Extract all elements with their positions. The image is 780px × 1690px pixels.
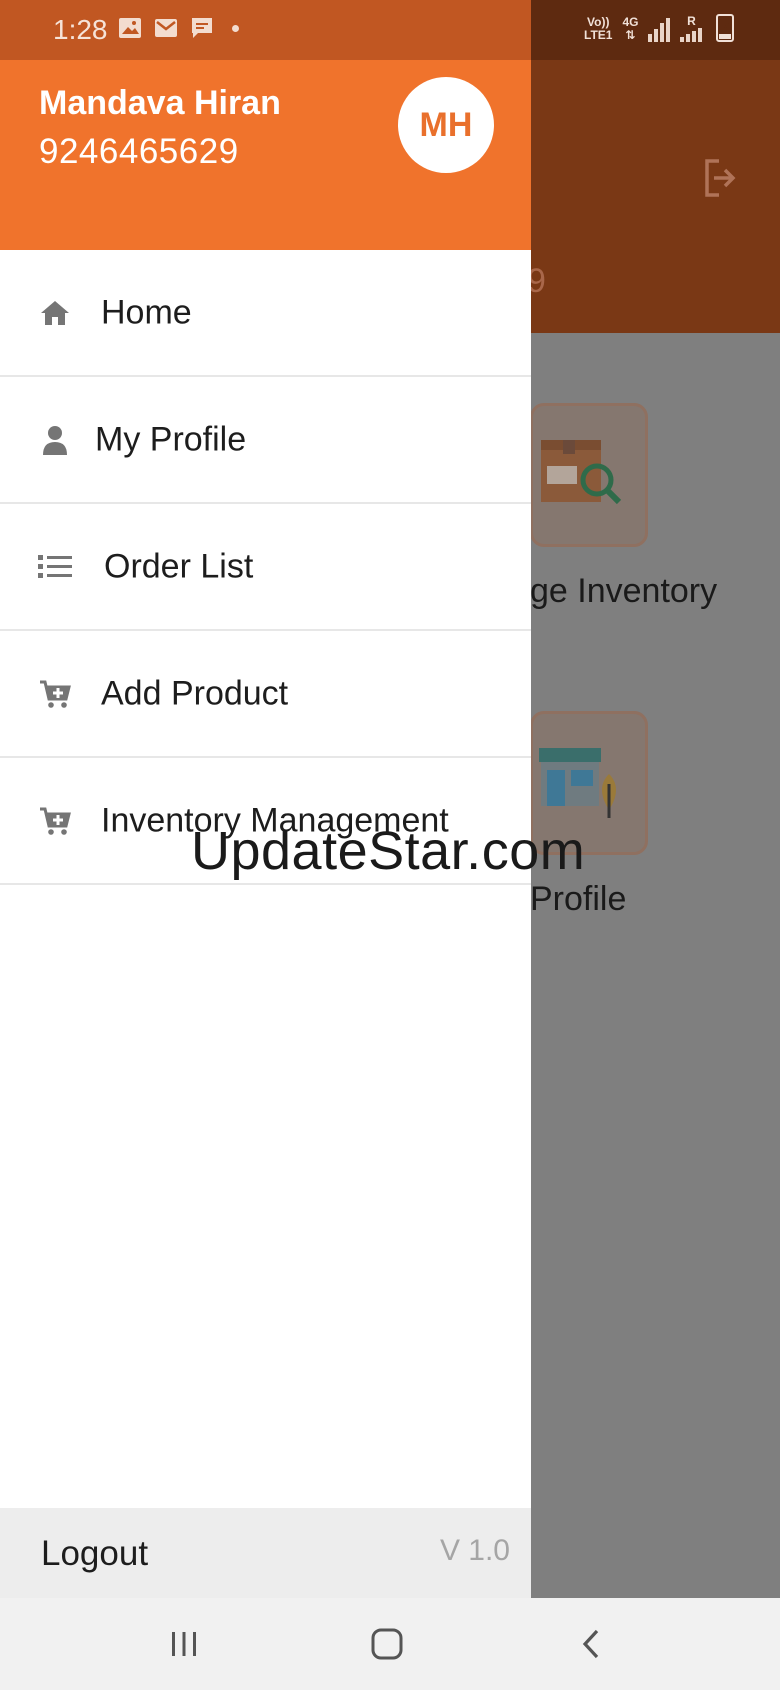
home-nav-icon bbox=[371, 1628, 403, 1660]
menu-item-my-profile[interactable]: My Profile bbox=[0, 377, 531, 504]
home-icon bbox=[38, 296, 72, 330]
image-icon bbox=[119, 18, 141, 38]
network-type-indicator: 4G ⇅ bbox=[622, 15, 639, 42]
cart-plus-icon bbox=[38, 677, 72, 711]
status-time: 1:28 bbox=[53, 14, 108, 45]
signal-icon bbox=[648, 16, 671, 42]
mail-icon bbox=[155, 19, 177, 37]
dot-icon bbox=[232, 24, 239, 32]
home-nav-button[interactable] bbox=[365, 1622, 409, 1666]
watermark: UpdateStar.com bbox=[191, 821, 586, 881]
drawer-header: Mandava Hiran 9246465629 MH bbox=[0, 60, 531, 250]
status-bar: 1:28 Vo)) LTE1 4G ⇅ R 7 bbox=[0, 0, 780, 60]
store-profile-label: Profile bbox=[530, 880, 627, 918]
menu-item-add-product[interactable]: Add Product bbox=[0, 631, 531, 758]
cart-plus-icon bbox=[38, 804, 72, 838]
avatar[interactable]: MH bbox=[398, 77, 494, 173]
back-button[interactable] bbox=[569, 1622, 613, 1666]
recents-icon bbox=[172, 1632, 196, 1656]
menu-item-label: Add Product bbox=[101, 674, 289, 712]
back-icon bbox=[582, 1629, 599, 1659]
menu-item-home[interactable]: Home bbox=[0, 250, 531, 377]
menu-item-order-list[interactable]: Order List bbox=[0, 504, 531, 631]
person-icon bbox=[38, 423, 72, 457]
menu-item-label: My Profile bbox=[95, 420, 247, 458]
menu-item-label: Home bbox=[101, 293, 192, 331]
menu-item-label: Order List bbox=[104, 547, 254, 585]
list-icon bbox=[38, 550, 72, 584]
manage-inventory-label: ge Inventory bbox=[530, 572, 718, 610]
drawer-menu: Home My Profile Order List Add Product I… bbox=[0, 250, 531, 885]
battery-icon: 7 bbox=[716, 14, 735, 42]
chat-icon bbox=[192, 18, 212, 38]
manage-inventory-tile[interactable] bbox=[530, 403, 648, 547]
logout-button[interactable]: Logout bbox=[41, 1534, 148, 1574]
user-phone: 9246465629 bbox=[39, 132, 239, 171]
recents-button[interactable] bbox=[162, 1622, 206, 1666]
user-name: Mandava Hiran bbox=[39, 84, 281, 122]
app-version: V 1.0 bbox=[439, 1534, 510, 1567]
system-navigation-bar bbox=[0, 1598, 780, 1690]
volte-indicator: Vo)) LTE1 bbox=[584, 15, 613, 42]
roaming-signal-icon: R bbox=[680, 15, 703, 42]
logout-icon[interactable] bbox=[703, 158, 737, 198]
box-search-icon bbox=[541, 440, 622, 505]
drawer-footer: Logout V 1.0 bbox=[0, 1508, 531, 1598]
